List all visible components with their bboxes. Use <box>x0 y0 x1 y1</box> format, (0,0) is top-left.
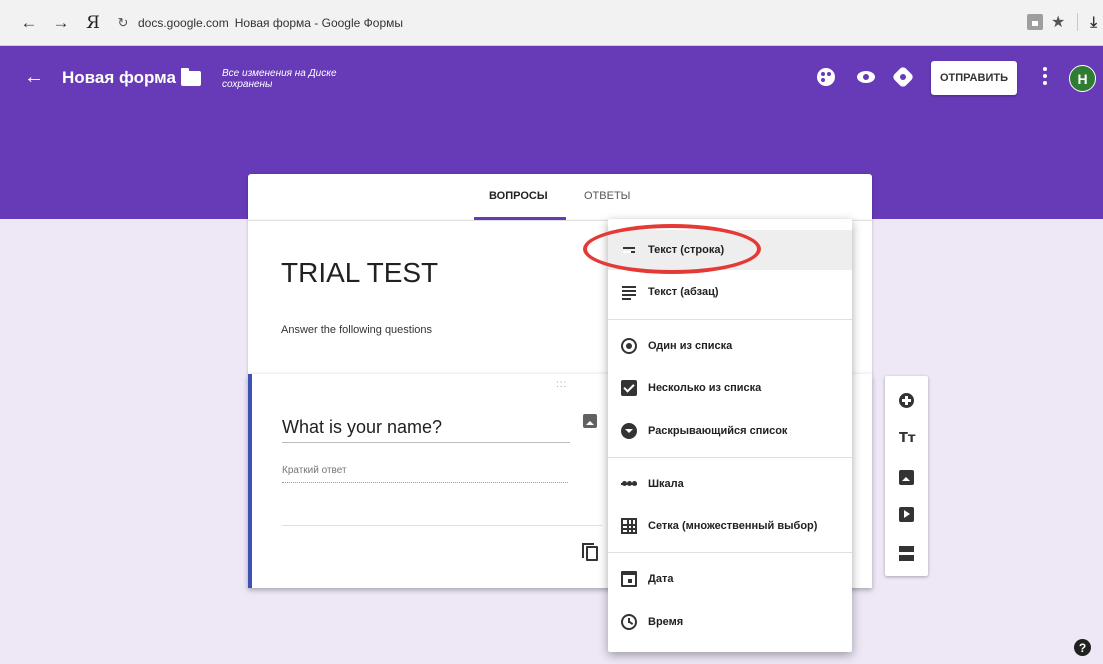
menu-item-date[interactable]: Дата <box>608 559 852 599</box>
preview-eye-icon[interactable] <box>857 68 875 86</box>
browser-toolbar: ← → Я ↻ docs.google.com Новая форма - Goo… <box>0 0 1103 46</box>
menu-item-grid[interactable]: Сетка (множественный выбор) <box>608 506 852 546</box>
menu-item-dropdown[interactable]: Раскрывающийся список <box>608 411 852 451</box>
form-description[interactable]: Answer the following questions <box>281 324 432 336</box>
question-title-field[interactable]: What is your name? <box>282 417 570 443</box>
checkbox-icon <box>621 380 637 396</box>
browser-back-icon[interactable]: ← <box>16 13 42 33</box>
duplicate-icon[interactable] <box>582 543 598 561</box>
menu-item-label: Время <box>648 616 684 628</box>
form-title[interactable]: TRIAL TEST <box>281 257 438 289</box>
menu-divider <box>608 552 852 553</box>
separator <box>1077 13 1079 31</box>
help-icon[interactable]: ? <box>1074 639 1091 656</box>
menu-item-label: Шкала <box>648 478 684 490</box>
more-vert-icon[interactable] <box>1042 67 1048 89</box>
grid-icon <box>621 518 637 534</box>
back-arrow-icon[interactable]: ← <box>24 66 44 89</box>
send-button[interactable]: ОТПРАВИТЬ <box>931 61 1017 95</box>
short-text-icon <box>621 242 637 258</box>
paragraph-icon <box>621 284 637 300</box>
add-title-icon[interactable]: Tт <box>899 431 917 446</box>
star-icon[interactable]: ★ <box>1051 12 1065 32</box>
menu-item-time[interactable]: Время <box>608 602 852 642</box>
yandex-icon[interactable]: Я <box>80 13 106 33</box>
tabs-bar: ВОПРОСЫ ОТВЕТЫ <box>248 174 872 220</box>
tab-title: Новая форма - Google Формы <box>234 15 404 30</box>
add-section-icon[interactable] <box>899 546 914 561</box>
divider <box>282 525 602 526</box>
palette-icon[interactable] <box>817 68 835 86</box>
add-video-icon[interactable] <box>899 507 914 522</box>
side-toolbar: Tт <box>885 376 928 576</box>
menu-item-short-text[interactable]: Текст (строка) <box>608 230 852 270</box>
tab-questions[interactable]: ВОПРОСЫ <box>489 190 548 202</box>
menu-item-label: Сетка (множественный выбор) <box>648 520 818 532</box>
scale-icon <box>621 476 637 492</box>
browser-right-controls: ★ ⤓ <box>1027 12 1097 32</box>
menu-item-checkbox[interactable]: Несколько из списка <box>608 368 852 408</box>
menu-item-scale[interactable]: Шкала <box>608 464 852 504</box>
settings-gear-icon[interactable] <box>894 68 912 86</box>
dropdown-icon <box>621 423 637 439</box>
calendar-icon <box>621 571 637 587</box>
browser-forward-icon[interactable]: → <box>48 13 74 33</box>
save-status: Все изменения на Диске сохранены <box>222 68 337 90</box>
menu-divider <box>608 457 852 458</box>
menu-item-label: Дата <box>648 573 674 585</box>
add-question-icon[interactable] <box>899 393 914 408</box>
reload-icon[interactable]: ↻ <box>112 15 134 31</box>
menu-item-radio[interactable]: Один из списка <box>608 326 852 366</box>
radio-icon <box>621 338 637 354</box>
menu-item-label: Раскрывающийся список <box>648 425 788 437</box>
add-image-icon[interactable] <box>899 470 914 485</box>
lock-icon[interactable] <box>1027 14 1044 30</box>
short-answer-placeholder: Краткий ответ <box>282 465 568 483</box>
add-image-icon[interactable] <box>583 414 597 428</box>
folder-icon[interactable] <box>181 68 201 86</box>
avatar[interactable]: Н <box>1069 65 1096 92</box>
tab-answers[interactable]: ОТВЕТЫ <box>584 190 630 202</box>
clock-icon <box>621 614 637 630</box>
form-name[interactable]: Новая форма <box>62 68 176 88</box>
drag-handle-icon[interactable]: ::: <box>556 379 567 390</box>
download-icon[interactable]: ⤓ <box>1090 14 1097 31</box>
menu-item-label: Несколько из списка <box>648 382 762 394</box>
question-type-menu: Текст (строка) Текст (абзац) Один из спи… <box>608 219 852 652</box>
menu-divider <box>608 319 852 320</box>
address-bar[interactable]: docs.google.com Новая форма - Google Форм… <box>138 16 403 30</box>
menu-item-paragraph[interactable]: Текст (абзац) <box>608 272 852 312</box>
url-text: docs.google.com <box>138 15 229 30</box>
menu-item-label: Текст (строка) <box>648 244 725 256</box>
menu-item-label: Текст (абзац) <box>648 286 719 298</box>
menu-item-label: Один из списка <box>648 340 733 352</box>
